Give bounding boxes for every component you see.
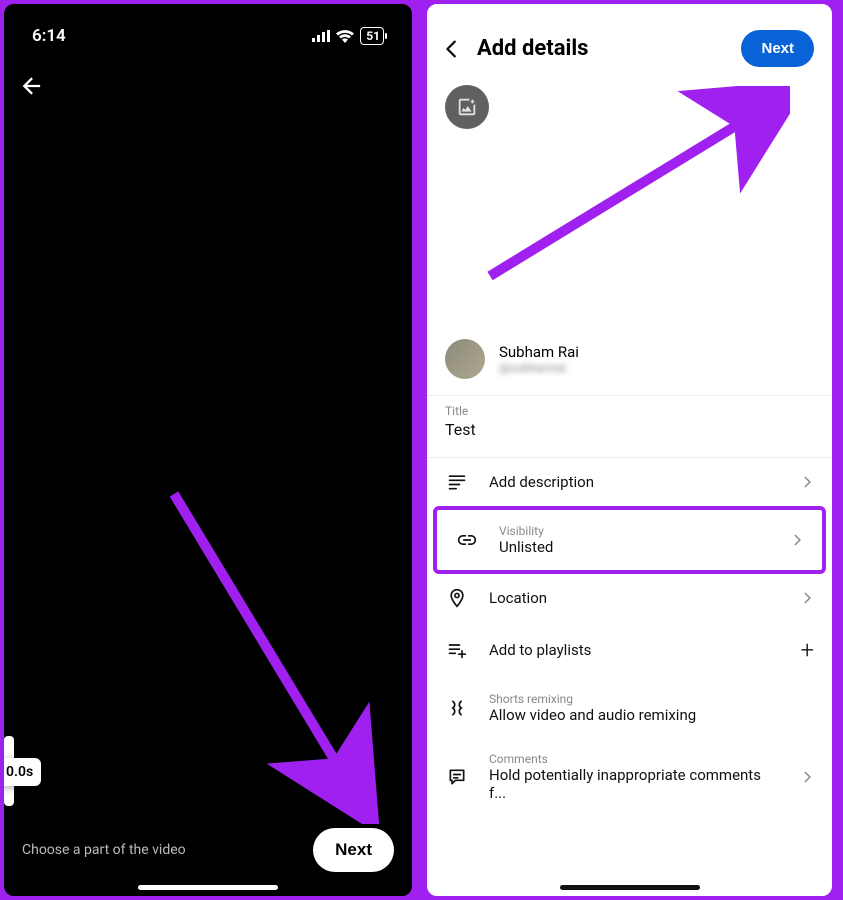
home-indicator: [138, 885, 278, 890]
description-label: Add description: [489, 473, 780, 491]
home-indicator: [560, 885, 700, 890]
status-indicators: 51: [312, 27, 384, 45]
add-description-row[interactable]: Add description: [427, 458, 832, 506]
chevron-right-icon: [800, 770, 814, 784]
page-title: Add details: [477, 36, 588, 61]
playlists-row[interactable]: Add to playlists +: [427, 622, 832, 678]
title-label: Title: [445, 404, 814, 418]
back-button[interactable]: [441, 38, 463, 60]
add-details-screen: Add details Next Subham Rai @subhamrai T…: [423, 0, 836, 900]
link-icon: [455, 530, 479, 550]
visibility-value: Unlisted: [499, 538, 770, 556]
battery-icon: 51: [360, 27, 384, 45]
remix-label: Shorts remixing: [489, 692, 814, 706]
chevron-right-icon: [800, 591, 814, 605]
battery-level: 51: [366, 29, 380, 43]
description-icon: [445, 472, 469, 492]
chevron-right-icon: [800, 475, 814, 489]
trim-time-badge[interactable]: 0.0s: [0, 758, 41, 786]
user-handle: @subhamrai: [499, 361, 579, 375]
avatar: [445, 339, 485, 379]
remix-icon: [445, 698, 469, 718]
trim-video-screen: 6:14 51 0.0s Choose a part of the video …: [0, 0, 416, 900]
header: Add details Next: [427, 4, 832, 85]
playlists-label: Add to playlists: [489, 641, 780, 659]
comments-row[interactable]: Comments Hold potentially inappropriate …: [427, 738, 832, 816]
visibility-label: Visibility: [499, 524, 770, 538]
next-button[interactable]: Next: [741, 30, 814, 67]
status-time: 6:14: [32, 26, 66, 46]
hint-text: Choose a part of the video: [22, 842, 186, 858]
trim-time: 0.0s: [6, 764, 33, 780]
chevron-right-icon: [790, 533, 804, 547]
playlist-add-icon: [445, 640, 469, 660]
footer: Choose a part of the video Next: [4, 828, 412, 872]
account-row[interactable]: Subham Rai @subhamrai: [427, 329, 832, 389]
location-icon: [445, 588, 469, 608]
back-button[interactable]: [18, 72, 46, 100]
next-button[interactable]: Next: [313, 828, 394, 872]
user-name: Subham Rai: [499, 343, 579, 361]
cellular-icon: [312, 30, 330, 42]
comments-value: Hold potentially inappropriate comments …: [489, 766, 780, 802]
annotation-arrow: [164, 484, 384, 824]
comments-label: Comments: [489, 752, 780, 766]
visibility-row[interactable]: Visibility Unlisted: [437, 510, 822, 570]
title-value: Test: [445, 420, 814, 439]
title-field[interactable]: Title Test: [427, 395, 832, 458]
location-row[interactable]: Location: [427, 574, 832, 622]
add-thumbnail-button[interactable]: [445, 85, 489, 129]
remix-value: Allow video and audio remixing: [489, 706, 814, 724]
location-label: Location: [489, 589, 780, 607]
wifi-icon: [336, 30, 354, 43]
remixing-row[interactable]: Shorts remixing Allow video and audio re…: [427, 678, 832, 738]
visibility-highlight: Visibility Unlisted: [433, 506, 826, 574]
status-bar: 6:14 51: [4, 4, 412, 54]
comments-icon: [445, 767, 469, 787]
plus-icon: +: [800, 636, 814, 664]
